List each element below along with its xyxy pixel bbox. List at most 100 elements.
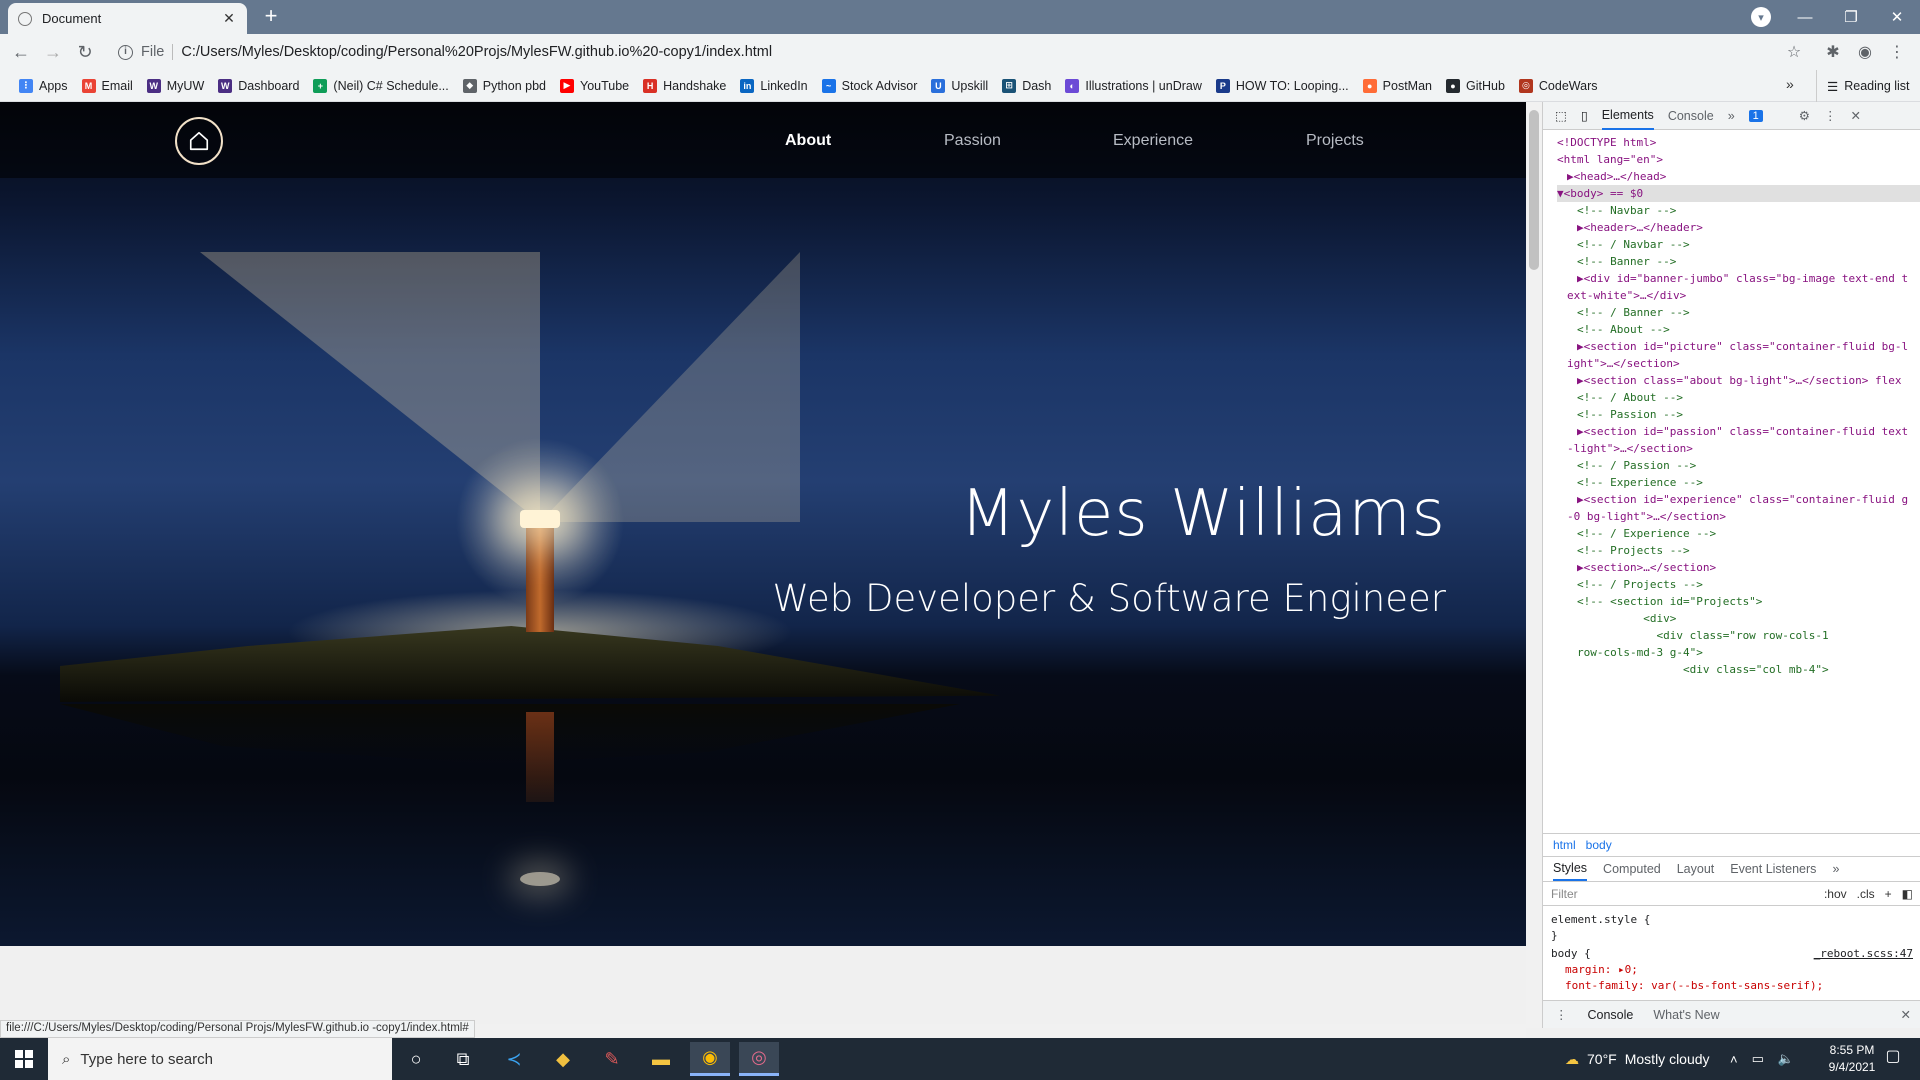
tab-styles[interactable]: Styles: [1553, 857, 1588, 881]
nav-projects[interactable]: Projects: [1306, 132, 1364, 150]
dom-node-line[interactable]: ▶<div id="banner-jumbo" class="bg-image …: [1557, 270, 1920, 287]
dom-node-line[interactable]: <!-- Passion -->: [1557, 406, 1920, 423]
bookmark-item[interactable]: ⊞ Dash: [995, 74, 1058, 98]
bookmark-item[interactable]: M Email: [75, 74, 140, 98]
dom-node-line[interactable]: <!-- / Projects -->: [1557, 576, 1920, 593]
sidebar-toggle-icon[interactable]: ◧: [1902, 887, 1913, 901]
bookmark-item[interactable]: + (Neil) C# Schedule...: [306, 74, 455, 98]
vscode-icon[interactable]: ≺: [494, 1042, 534, 1076]
more-tabs-button[interactable]: »: [1728, 109, 1735, 123]
dom-node-line[interactable]: ext-white">…</div>: [1557, 287, 1920, 304]
dom-node-line[interactable]: <!-- / Experience -->: [1557, 525, 1920, 542]
dom-node-line[interactable]: <!-- Navbar -->: [1557, 202, 1920, 219]
cortana-icon[interactable]: ○: [396, 1042, 436, 1076]
dom-node-line[interactable]: <!-- / Banner -->: [1557, 304, 1920, 321]
dom-node-line[interactable]: ▶<section id="passion" class="container-…: [1557, 423, 1920, 440]
search-input[interactable]: Type here to search: [80, 1051, 213, 1068]
hov-toggle[interactable]: :hov: [1824, 887, 1847, 901]
tab-elements[interactable]: Elements: [1601, 102, 1654, 130]
bookmarks-overflow-button[interactable]: »: [1786, 76, 1794, 92]
start-button[interactable]: [0, 1038, 48, 1080]
file-explorer-icon[interactable]: ▬: [641, 1042, 681, 1076]
drawer-tab-whats-new[interactable]: What's New: [1653, 1008, 1719, 1022]
kebab-menu-icon[interactable]: ⋮: [1555, 1007, 1568, 1022]
reload-icon[interactable]: ↻: [72, 40, 98, 64]
scrollbar-thumb[interactable]: [1529, 110, 1539, 270]
close-window-button[interactable]: ✕: [1874, 0, 1920, 34]
bookmark-item[interactable]: ◎ CodeWars: [1512, 74, 1605, 98]
taskbar-clock[interactable]: 8:55 PM 9/4/2021: [1822, 1042, 1882, 1076]
reading-list-button[interactable]: ☰ Reading list: [1816, 70, 1910, 102]
dom-node-line[interactable]: <!-- / Navbar -->: [1557, 236, 1920, 253]
new-tab-button[interactable]: +: [258, 4, 284, 30]
network-icon[interactable]: ▭: [1752, 1051, 1764, 1067]
avatar[interactable]: ◉: [1854, 42, 1876, 62]
dom-node-line[interactable]: <!-- Banner -->: [1557, 253, 1920, 270]
more-tabs-button[interactable]: »: [1832, 862, 1839, 876]
extensions-puzzle-icon[interactable]: ✱: [1822, 42, 1844, 62]
browser-tab[interactable]: Document ✕: [8, 3, 247, 34]
inspect-icon[interactable]: ⬚: [1555, 108, 1567, 123]
dom-node-line[interactable]: ▶<section class="about bg-light">…</sect…: [1557, 372, 1920, 389]
close-tab-icon[interactable]: ✕: [221, 10, 237, 27]
bookmark-item[interactable]: ● PostMan: [1356, 74, 1439, 98]
style-property[interactable]: margin: ▸0;: [1551, 962, 1913, 978]
breadcrumb-html[interactable]: html: [1553, 838, 1576, 852]
dom-node-line[interactable]: -light">…</section>: [1557, 440, 1920, 457]
dom-node-line[interactable]: ▶<header>…</header>: [1557, 219, 1920, 236]
back-arrow-icon[interactable]: ←: [8, 40, 34, 64]
info-icon[interactable]: i: [118, 44, 133, 60]
url-text[interactable]: C:/Users/Myles/Desktop/coding/Personal%2…: [181, 44, 772, 60]
dom-node-line[interactable]: ight">…</section>: [1557, 355, 1920, 372]
dom-node-line[interactable]: ▶<section>…</section>: [1557, 559, 1920, 576]
chevron-up-icon[interactable]: ˄: [1730, 1052, 1738, 1067]
cls-toggle[interactable]: .cls: [1857, 887, 1875, 901]
bookmark-item[interactable]: U Upskill: [924, 74, 995, 98]
chrome-icon[interactable]: ◉: [690, 1042, 730, 1076]
dom-node-line[interactable]: <div class="col mb-4">: [1557, 661, 1920, 678]
minimize-button[interactable]: —: [1782, 0, 1828, 34]
tab-event-listeners[interactable]: Event Listeners: [1730, 862, 1816, 876]
dom-node-line[interactable]: <div>: [1557, 610, 1920, 627]
volume-icon[interactable]: 🔈: [1778, 1051, 1794, 1067]
device-toggle-icon[interactable]: ▯: [1581, 108, 1588, 123]
add-rule-icon[interactable]: +: [1885, 887, 1892, 901]
task-view-icon[interactable]: ⧉: [443, 1042, 483, 1076]
bookmark-item[interactable]: ● GitHub: [1439, 74, 1512, 98]
bookmark-item[interactable]: P HOW TO: Looping...: [1209, 74, 1356, 98]
git-icon[interactable]: ◆: [543, 1042, 583, 1076]
dom-node-line[interactable]: -0 bg-light">…</section>: [1557, 508, 1920, 525]
dom-node-line[interactable]: <!-- Experience -->: [1557, 474, 1920, 491]
nav-about[interactable]: About: [785, 132, 831, 150]
dom-node-line[interactable]: <!-- <section id="Projects">: [1557, 593, 1920, 610]
kebab-menu-icon[interactable]: ⋮: [1824, 108, 1837, 123]
dom-node-line[interactable]: <html lang="en">: [1557, 151, 1920, 168]
dom-node-line[interactable]: <!-- / Passion -->: [1557, 457, 1920, 474]
filter-input[interactable]: Filter: [1551, 887, 1578, 901]
dom-node-line[interactable]: ▶<section id="experience" class="contain…: [1557, 491, 1920, 508]
bookmark-item[interactable]: ~ Stock Advisor: [815, 74, 925, 98]
bookmark-item[interactable]: ⋮ Apps: [12, 74, 75, 98]
nav-experience[interactable]: Experience: [1113, 132, 1193, 150]
dom-node-line[interactable]: <!DOCTYPE html>: [1557, 134, 1920, 151]
issues-badge[interactable]: 1: [1748, 109, 1763, 122]
dom-node-line[interactable]: <!-- / About -->: [1557, 389, 1920, 406]
bookmark-item[interactable]: ◐ Illustrations | unDraw: [1058, 74, 1209, 98]
restore-button[interactable]: ❐: [1828, 0, 1874, 34]
gear-icon[interactable]: ⚙: [1799, 108, 1810, 123]
bookmark-item[interactable]: ▶ YouTube: [553, 74, 636, 98]
dom-node-line[interactable]: <!-- About -->: [1557, 321, 1920, 338]
breadcrumb-body[interactable]: body: [1586, 838, 1612, 852]
bookmark-star-icon[interactable]: ☆: [1783, 42, 1805, 62]
home-button[interactable]: [175, 117, 223, 165]
close-icon[interactable]: ✕: [1850, 108, 1860, 123]
style-source-link[interactable]: _reboot.scss:47: [1814, 946, 1913, 962]
bookmark-item[interactable]: in LinkedIn: [733, 74, 814, 98]
address-bar[interactable]: i File C:/Users/Myles/Desktop/coding/Per…: [108, 38, 1798, 66]
tab-console[interactable]: Console: [1668, 109, 1714, 123]
nav-passion[interactable]: Passion: [944, 132, 1001, 150]
dom-node-line[interactable]: row-cols-md-3 g-4">: [1557, 644, 1920, 661]
tab-layout[interactable]: Layout: [1677, 862, 1715, 876]
close-icon[interactable]: ✕: [1901, 1007, 1911, 1022]
bookmark-item[interactable]: W Dashboard: [211, 74, 306, 98]
